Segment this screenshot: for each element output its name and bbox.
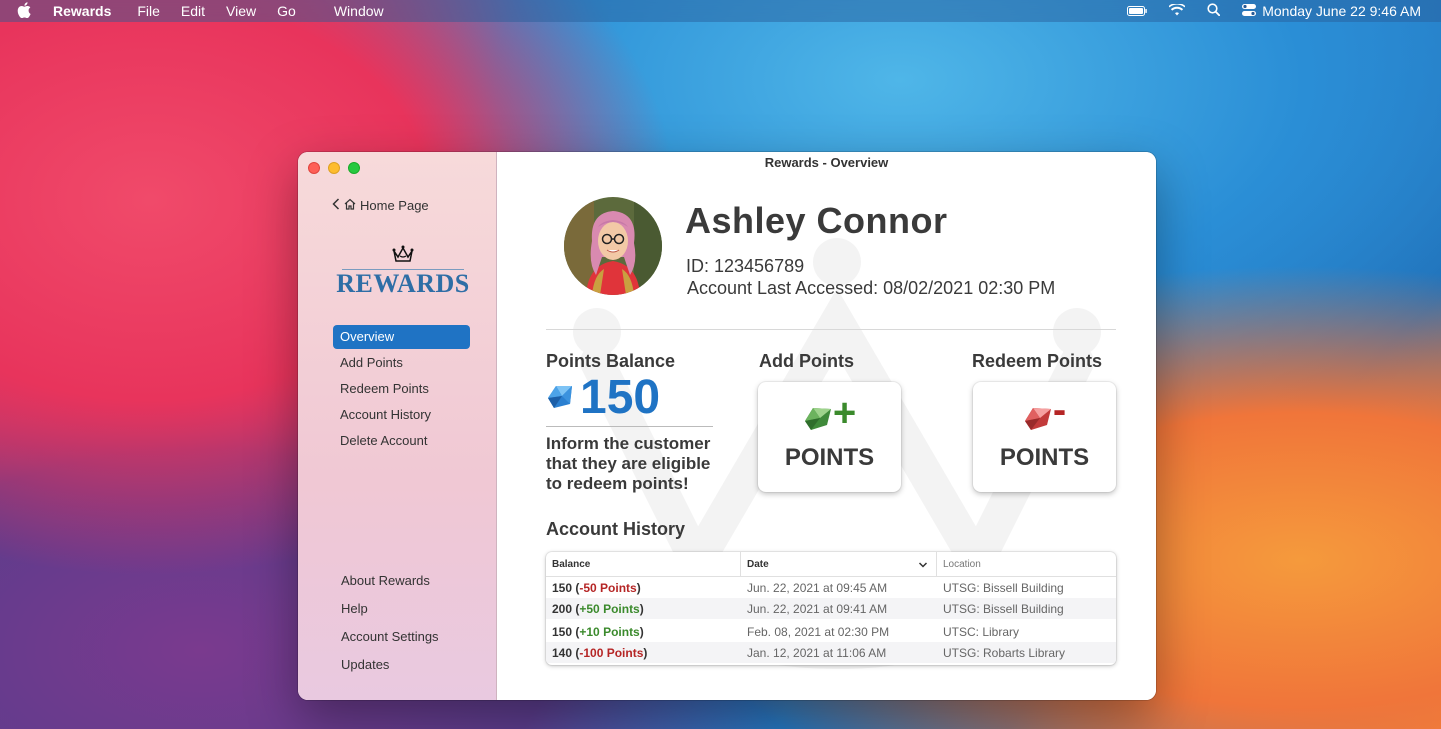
points-change: -50 Points <box>579 580 637 595</box>
column-header-date-label: Date <box>747 558 769 570</box>
plus-icon: + <box>832 391 857 435</box>
sidebar-item-updates[interactable]: Updates <box>341 654 439 682</box>
account-history-heading: Account History <box>546 519 686 539</box>
menu-edit[interactable]: Edit <box>181 3 205 19</box>
sidebar-item-about[interactable]: About Rewards <box>341 570 439 598</box>
points-change: -100 Points <box>579 645 644 660</box>
customer-name: Ashley Connor <box>685 200 948 241</box>
redeem-points-button-label: POINTS <box>999 444 1090 471</box>
sidebar-item-account-settings[interactable]: Account Settings <box>341 626 439 654</box>
add-points-heading: Add Points <box>759 351 854 371</box>
gem-red-icon <box>1023 403 1053 436</box>
cell-location: UTSC: Library <box>943 624 1020 639</box>
avatar <box>564 197 662 295</box>
last-accessed: Account Last Accessed: 08/02/2021 02:30 … <box>687 278 1056 298</box>
menu-window[interactable]: Window <box>334 3 384 19</box>
sidebar-item-help[interactable]: Help <box>341 598 439 626</box>
control-center-icon[interactable] <box>1242 3 1257 19</box>
redeem-points-button[interactable]: - POINTS <box>973 382 1116 492</box>
table-row[interactable]: 150 (+10 Points) Feb. 08, 2021 at 02:30 … <box>546 621 1116 642</box>
search-icon[interactable] <box>1207 3 1221 19</box>
balance-amount: 140 <box>552 645 573 660</box>
gem-green-icon <box>803 403 833 436</box>
wifi-icon[interactable] <box>1168 2 1186 19</box>
minus-icon: - <box>1052 388 1067 432</box>
balance-underline <box>546 426 713 427</box>
add-points-button-label: POINTS <box>784 444 875 471</box>
zoom-button[interactable] <box>348 162 360 174</box>
chevron-left-icon <box>332 198 340 213</box>
sidebar-bottom-nav: About Rewards Help Account Settings Upda… <box>341 570 439 682</box>
add-points-button[interactable]: + POINTS <box>758 382 901 492</box>
customer-id: ID: 123456789 <box>686 256 805 276</box>
rewards-window: Home Page REWARDS Overview Add Points Re… <box>298 152 1156 700</box>
menu-view[interactable]: View <box>226 3 256 19</box>
balance-amount: 150 <box>552 580 573 595</box>
close-button[interactable] <box>308 162 320 174</box>
sidebar: Home Page REWARDS Overview Add Points Re… <box>298 152 497 700</box>
account-history-table: Balance Date Location 150 (-50 Points) J… <box>546 552 1116 665</box>
points-balance: 150 <box>546 373 660 423</box>
points-change: +10 Points <box>579 624 640 639</box>
menu-clock[interactable]: Monday June 22 9:46 AM <box>1262 3 1421 19</box>
profile-divider <box>546 329 1116 330</box>
sidebar-item-account-history[interactable]: Account History <box>333 403 470 427</box>
sidebar-item-redeem-points[interactable]: Redeem Points <box>333 377 470 401</box>
sidebar-item-delete-account[interactable]: Delete Account <box>333 429 470 453</box>
battery-icon[interactable] <box>1127 3 1148 19</box>
cell-balance: 140 (-100 Points) <box>552 645 648 660</box>
cell-location: UTSG: Robarts Library <box>943 645 1066 660</box>
main-content: Rewards - Overview Ashley Connor ID: 123… <box>497 152 1156 700</box>
home-page-link[interactable]: Home Page <box>332 198 429 213</box>
redeem-points-heading: Redeem Points <box>972 351 1103 371</box>
menu-go[interactable]: Go <box>277 3 296 19</box>
apple-menu-icon[interactable] <box>17 1 31 21</box>
points-balance-value: 150 <box>580 371 661 424</box>
cell-location: UTSG: Bissell Building <box>943 601 1064 616</box>
cell-location: UTSG: Bissell Building <box>943 580 1064 595</box>
home-icon <box>344 198 356 213</box>
column-header-date[interactable]: Date <box>741 552 937 577</box>
balance-amount: 150 <box>552 624 573 639</box>
rewards-logo: REWARDS <box>336 244 470 298</box>
cell-date: Jun. 22, 2021 at 09:45 AM <box>747 580 888 595</box>
cell-balance: 200 (+50 Points) <box>552 601 644 616</box>
gem-blue-icon <box>546 382 574 415</box>
column-header-location[interactable]: Location <box>937 552 1116 577</box>
window-title: Rewards - Overview <box>764 155 889 170</box>
crown-icon <box>336 244 470 267</box>
cell-date: Feb. 08, 2021 at 02:30 PM <box>747 624 890 639</box>
cell-date: Jun. 22, 2021 at 09:41 AM <box>747 601 888 616</box>
menu-file[interactable]: File <box>137 3 160 19</box>
window-controls <box>308 162 360 174</box>
cell-balance: 150 (+10 Points) <box>552 624 644 639</box>
table-row[interactable]: 150 (-50 Points) Jun. 22, 2021 at 09:45 … <box>546 577 1116 598</box>
sidebar-nav: Overview Add Points Redeem Points Accoun… <box>333 325 470 455</box>
table-row[interactable]: 140 (-100 Points) Jan. 12, 2021 at 11:06… <box>546 642 1116 663</box>
balance-amount: 200 <box>552 601 573 616</box>
sidebar-item-overview[interactable]: Overview <box>333 325 470 349</box>
table-header: Balance Date Location <box>546 552 1116 577</box>
menu-bar: Rewards File Edit View Go Window Monday … <box>0 0 1441 22</box>
menu-app-name[interactable]: Rewards <box>53 3 111 19</box>
minimize-button[interactable] <box>328 162 340 174</box>
chevron-down-icon <box>918 552 928 577</box>
table-row[interactable]: 200 (+50 Points) Jun. 22, 2021 at 09:41 … <box>546 598 1116 619</box>
column-header-balance[interactable]: Balance <box>546 552 741 577</box>
points-balance-heading: Points Balance <box>546 351 676 371</box>
sidebar-item-add-points[interactable]: Add Points <box>333 351 470 375</box>
cell-balance: 150 (-50 Points) <box>552 580 641 595</box>
points-change: +50 Points <box>579 601 640 616</box>
cell-date: Jan. 12, 2021 at 11:06 AM <box>747 645 887 660</box>
logo-text: REWARDS <box>336 269 470 298</box>
home-page-label: Home Page <box>360 198 429 213</box>
redeem-eligibility-message: Inform the customer that they are eligib… <box>546 434 711 493</box>
